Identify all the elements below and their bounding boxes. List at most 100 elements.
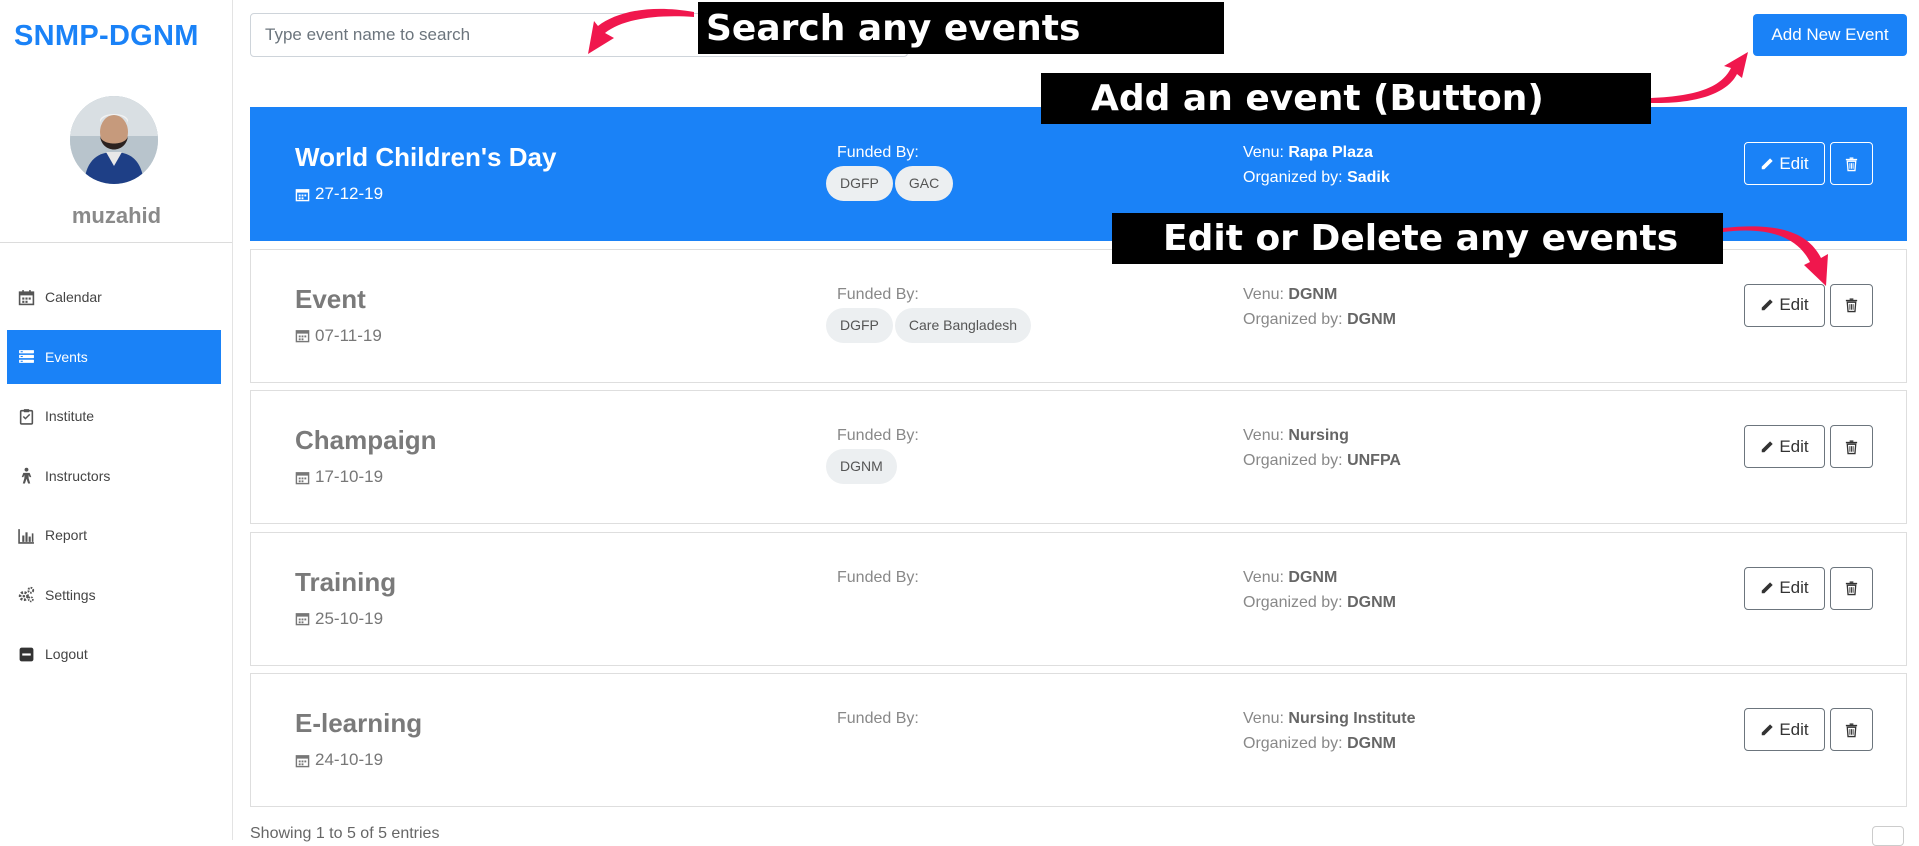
funder-badge: DGFP [826,307,893,343]
edit-label: Edit [1779,578,1809,597]
pencil-icon [1762,299,1774,311]
event-date: 24-10-19 [295,750,383,770]
sidebar-item-instructors[interactable]: Instructors [7,449,221,503]
organizer-prefix: Organized by: [1243,735,1343,752]
venue-value: Nursing [1288,427,1349,444]
venue-prefix: Venu: [1243,285,1284,303]
sidebar-divider [0,242,232,243]
pencil-icon [1762,440,1774,452]
event-card[interactable]: Champaign 17-10-19 Funded By: DGNM Venu:… [250,390,1907,524]
organizer-prefix: Organized by: [1243,593,1343,611]
funder-badge: DGNM [826,449,897,484]
edit-label: Edit [1779,436,1809,456]
trash-icon [1845,156,1858,171]
calendar-icon [295,188,310,201]
organizer-value: DGNM [1347,735,1396,752]
event-date-text: 07-11-19 [315,325,382,345]
event-date-text: 24-10-19 [315,750,384,769]
event-title: E-learning [295,708,423,738]
delete-button[interactable] [1830,708,1873,751]
venue-prefix: Venu: [1243,710,1284,727]
avatar [70,96,158,184]
sidebar-item-settings[interactable]: Settings [7,568,221,622]
calendar-icon [295,754,310,767]
event-venue: Venu: Nursing [1243,427,1349,445]
organizer-value: DGNM [1347,593,1396,611]
venue-value: Rapa Plaza [1288,144,1373,161]
calendar-icon [295,471,310,484]
sidebar-item-events[interactable]: Events [7,329,221,384]
pencil-icon [1762,723,1774,735]
delete-button[interactable] [1830,142,1873,185]
funded-by-label: Funded By: [837,427,919,444]
edit-button[interactable]: Edit [1744,425,1825,468]
add-new-event-button[interactable]: Add New Event [1753,14,1907,56]
event-card[interactable]: Training 25-10-19 Funded By: Venu: DGNM … [250,531,1907,666]
event-venue: Venu: Nursing Institute [1243,710,1416,728]
event-title: Champaign [295,425,437,455]
trash-icon [1845,722,1858,737]
event-date: 07-11-19 [295,326,382,346]
edit-button[interactable]: Edit [1744,566,1825,610]
event-card[interactable]: E-learning 24-10-19 Funded By: Venu: Nur… [250,673,1907,807]
funder-badge: GAC [894,166,954,201]
organizer-prefix: Organized by: [1243,169,1343,186]
sidebar-item-label: Settings [45,586,96,603]
funder-badge: DGFP [826,166,893,201]
sidebar-item-calendar[interactable]: Calendar [7,270,221,324]
delete-button[interactable] [1830,566,1873,610]
annotation-edit: Edit or Delete any events [1112,213,1723,264]
delete-button[interactable] [1830,425,1873,468]
event-card[interactable]: Event 07-11-19 Funded By: DGFP Care Bangl… [250,248,1907,383]
calendar-icon [295,330,310,343]
sidebar-item-institute[interactable]: Institute [7,389,221,443]
organizer-value: DGNM [1347,310,1396,328]
sidebar-item-report[interactable]: Report [7,508,221,562]
edit-button[interactable]: Edit [1744,142,1825,185]
venue-value: DGNM [1288,285,1338,303]
event-organizer: Organized by: DGNM [1243,594,1396,612]
clipboard-icon [19,408,34,425]
events-icon [19,350,34,363]
annotation-search: Search any events [698,2,1224,54]
funder-badge: Care Bangladesh [894,307,1032,343]
sidebar-item-label: Events [45,348,88,365]
event-date: 25-10-19 [295,609,383,629]
funder-badges: DGFP GAC [826,166,954,201]
venue-prefix: Venu: [1243,568,1284,586]
organizer-value: UNFPA [1347,452,1401,469]
edit-button[interactable]: Edit [1744,708,1825,751]
venue-prefix: Venu: [1243,427,1284,444]
edit-label: Edit [1779,719,1809,739]
event-organizer: Organized by: DGNM [1243,311,1396,329]
trash-icon [1845,439,1858,454]
venue-value: Nursing Institute [1288,710,1416,727]
funded-by-label: Funded By: [837,285,919,303]
funded-by-label: Funded By: [837,710,919,727]
calendar-icon [18,289,35,305]
funded-by-label: Funded By: [837,144,919,161]
organizer-prefix: Organized by: [1243,310,1343,328]
pagination-button[interactable] [1872,826,1904,846]
sidebar-item-label: Report [45,527,88,543]
calendar-icon [295,613,310,626]
event-date-text: 27-12-19 [315,184,384,203]
funder-badges: DGFP Care Bangladesh [826,307,1032,343]
event-venue: Venu: DGNM [1243,569,1337,587]
annotation-add: Add an event (Button) [1041,73,1651,124]
trash-icon [1845,298,1858,313]
sidebar-item-logout[interactable]: Logout [7,627,221,681]
sidebar-nav: Calendar Events Institute Instructors Re… [7,270,221,687]
venue-prefix: Venu: [1243,144,1284,161]
event-date: 17-10-19 [295,467,383,487]
edit-button[interactable]: Edit [1744,283,1825,327]
app-brand[interactable]: SNMP-DGNM [14,20,199,53]
delete-button[interactable] [1830,283,1873,327]
minus-square-icon [19,647,34,661]
sidebar-item-label: Logout [45,646,88,662]
funder-badges: DGNM [826,449,897,484]
organizer-prefix: Organized by: [1243,452,1343,469]
edit-label: Edit [1779,295,1809,314]
event-date-text: 17-10-19 [315,467,384,486]
event-organizer: Organized by: Sadik [1243,169,1390,187]
